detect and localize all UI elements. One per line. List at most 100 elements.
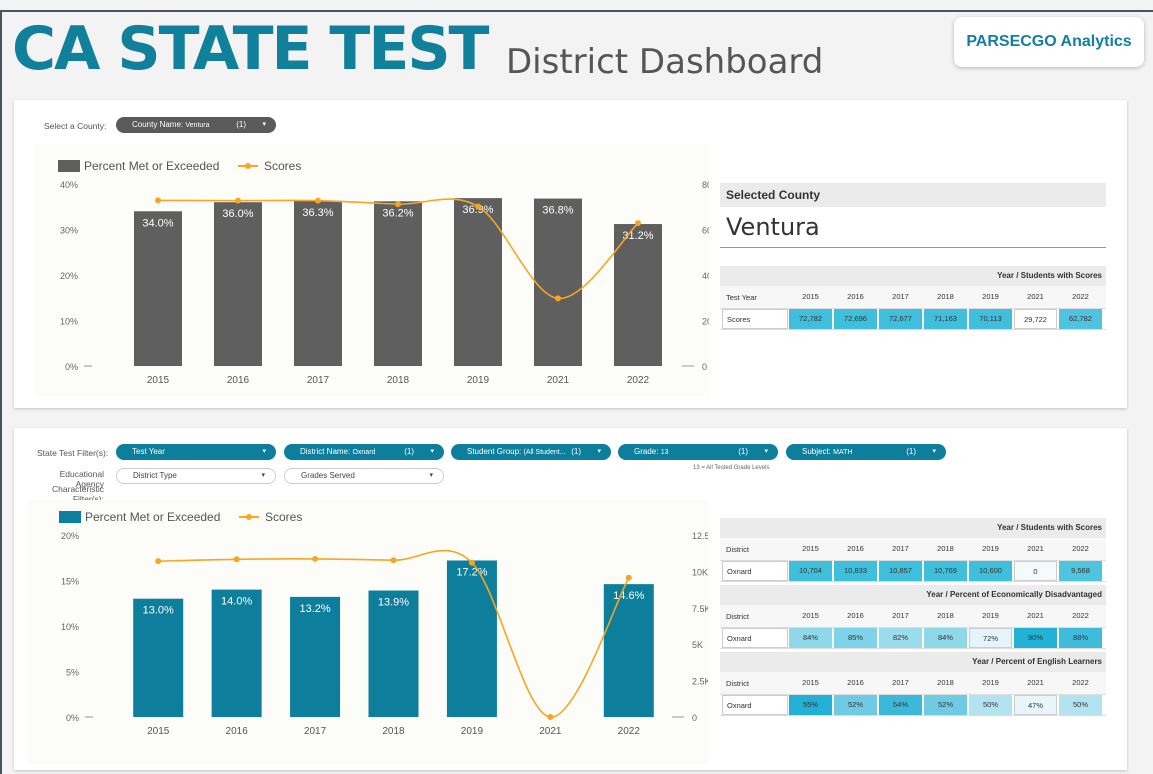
table-title: Year / Students with Scores [720,266,1106,286]
table-row: Oxnard 55% 52% 54% 52% 50% 47% 50% [720,694,1106,716]
y-left-tick: 20% [60,271,78,281]
table-cell: 85% [834,628,877,648]
chevron-down-icon: ▾ [597,448,601,455]
table-row: Scores 72,782 72,696 72,677 71,163 70,113 29,7… [720,308,1106,330]
subject-dropdown[interactable]: Subject: MATH (1) ▾ [786,444,946,460]
bar-data-label: 34.0% [142,217,173,229]
bar [290,596,341,717]
y-right-tick: 40K [702,271,709,281]
table-cell: 72,782 [789,309,832,329]
table-year-header: 2022 [1072,292,1089,301]
table-year-header: 2015 [802,544,819,553]
county-filter-dropdown[interactable]: County Name: Ventura (1) ▾ [116,117,276,133]
table-cell: 54% [879,695,922,715]
grade-dropdown[interactable]: Grade: 13 (1) ▾ [618,444,778,460]
bar-data-label: 17.2% [456,566,487,578]
bar [446,560,497,717]
scores-point [555,295,561,302]
x-tick-label: 2019 [461,726,484,737]
table-row-label: Scores [722,309,788,329]
scores-point [315,197,321,204]
student-group-dropdown[interactable]: Student Group: (All Student... (1) ▾ [451,444,611,460]
state-filter-label: State Test Filter(s): [37,448,109,458]
county-filter-count: (1) [236,120,246,129]
legend-label-bars: Percent Met or Exceeded [85,510,220,524]
scores-point [233,556,240,563]
table-year-header: 2018 [937,292,954,301]
subject-key: Subject: [802,447,831,456]
table-year-header: 2016 [847,678,864,687]
chevron-down-icon: ▾ [262,121,266,128]
table-year-header: 2015 [802,292,819,301]
bar [294,200,342,366]
table-cell: 50% [969,695,1012,715]
table-year-header: 2015 [802,678,819,687]
table-year-header: 2016 [847,611,864,620]
table-cell: 72% [969,628,1012,648]
table-row-label: Oxnard [722,628,788,648]
x-tick-label: 2021 [539,726,562,737]
y-right-tick: 80K [702,180,709,190]
table-cell: 72,677 [879,309,922,329]
chevron-down-icon: ▾ [764,448,768,455]
table-year-header: 2017 [892,611,909,620]
table-row: Oxnard 84% 85% 82% 84% 72% 90% 88% [720,627,1106,649]
x-tick-label: 2018 [382,726,405,737]
table-cell: 10,704 [789,561,832,581]
y-left-tick: 10% [60,317,78,327]
table-year-header: 2017 [892,678,909,687]
table-cell: 9,568 [1059,561,1102,581]
table-row-header: Test Year [726,292,757,302]
x-tick-label: 2016 [226,726,249,737]
table-year-header: 2016 [847,544,864,553]
district-type-dropdown[interactable]: District Type ▾ [116,468,276,484]
scores-point [547,714,554,720]
table-year-header: 2016 [847,292,864,301]
table-cell: 71,163 [924,309,967,329]
selected-county-value: Ventura [720,207,1106,248]
x-tick-label: 2022 [618,726,641,737]
table-cell: 29,722 [1014,309,1057,329]
x-tick-label: 2021 [547,375,570,386]
table-cell: 47% [1014,695,1057,715]
grade-note: 13 = All Tested Grade Levels [693,465,770,471]
district-chart-area: Percent Met or Exceeded Scores 0% 5% 10% 15% 2… [28,500,716,764]
table-cell: 10,833 [834,561,877,581]
y-right-tick: 12.5K [692,531,708,541]
district-chart: Percent Met or Exceeded Scores 0% 5% 10% 15% 2… [59,510,716,737]
grade-key: Grade: [634,447,659,456]
test-year-dropdown[interactable]: Test Year ▾ [116,444,276,460]
y-right-tick: 60K [702,226,709,236]
y-left-tick: 10% [61,622,79,632]
legend-swatch-bars [58,160,80,172]
y-right-tick: 0 [692,713,697,723]
table-year-header: 2022 [1072,544,1089,553]
scores-point [312,555,319,562]
table-cell: 10,769 [924,561,967,581]
table-year-header: 2017 [892,544,909,553]
table-cell: 88% [1059,628,1102,648]
scores-point [155,197,161,204]
table-year-header: 2018 [937,611,954,620]
x-tick-label: 2018 [387,375,410,386]
group-value: (All Student... [523,449,566,456]
group-count: (1) [571,447,581,456]
y-right-tick: 0 [702,362,707,372]
table-row-label: Oxnard [722,695,788,715]
table-year-header: 2021 [1027,611,1044,620]
table-cell: 90% [1014,628,1057,648]
table-year-header: 2015 [802,611,819,620]
grades-served-dropdown[interactable]: Grades Served ▾ [284,468,444,484]
table-row: Oxnard 10,704 10,833 10,857 10,769 10,600 0 9,5… [720,560,1106,582]
table-row-header: District [726,544,749,554]
x-tick-label: 2019 [467,375,490,386]
y-left-tick: 15% [61,577,79,587]
bar-data-label: 13.0% [143,605,174,617]
scores-point [625,574,632,581]
district-name-dropdown[interactable]: District Name: Oxnard (1) ▾ [284,444,444,460]
brand-logo[interactable]: PARSECGO Analytics [954,17,1144,67]
table-cell: 84% [789,628,832,648]
table-row-header: District [726,678,749,688]
bar [214,202,262,366]
grades-served-label: Grades Served [301,471,355,480]
